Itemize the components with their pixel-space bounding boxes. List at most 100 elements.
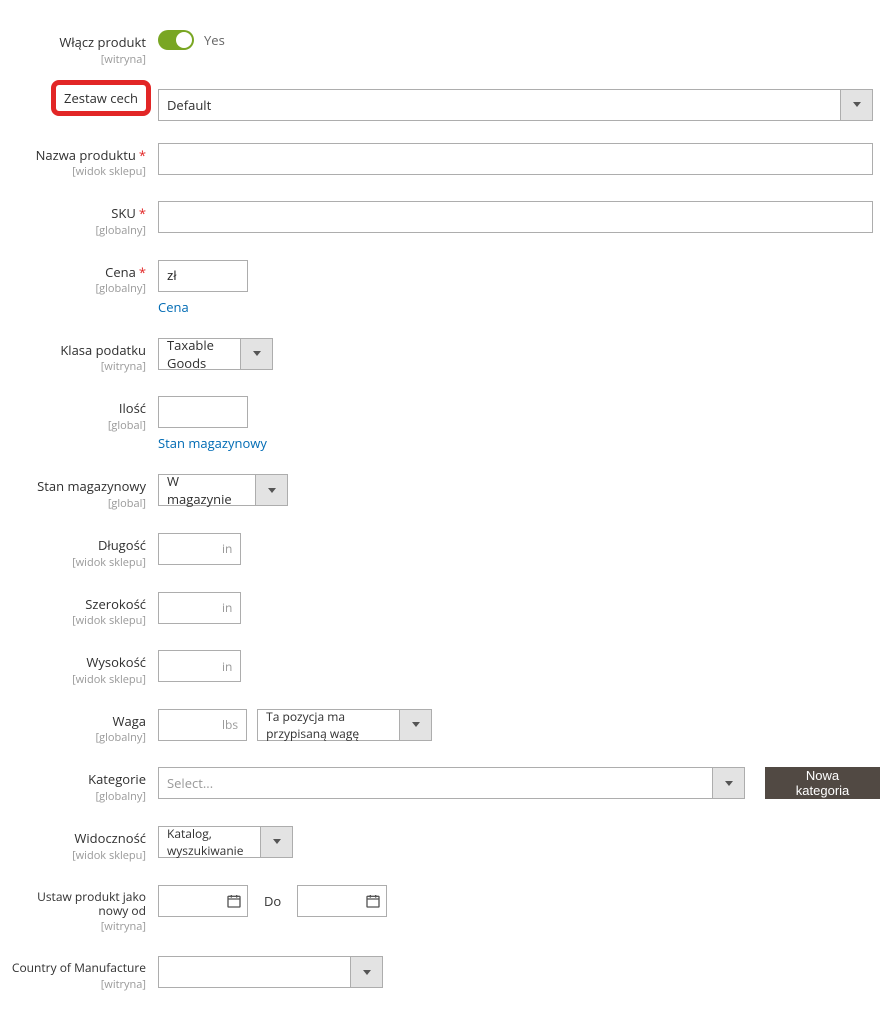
row-categories: Kategorie [globalny] Select... Nowa kate… [10,767,880,804]
label-length: Długość [10,538,146,554]
scope-name: [widok sklepu] [10,164,146,179]
scope-visibility: [widok sklepu] [10,848,146,863]
row-weight: Waga [globalny] lbs Ta pozycja ma przypi… [10,709,880,746]
country-select[interactable] [158,956,383,988]
calendar-icon[interactable] [360,886,386,916]
stock-status-select[interactable]: W magazynie [158,474,288,506]
scope-weight: [globalny] [10,730,146,745]
height-input-group: in [158,650,241,682]
label-height: Wysokość [10,655,146,671]
chevron-down-icon [350,957,382,987]
label-weight: Waga [10,714,146,730]
weight-mode-select[interactable]: Ta pozycja ma przypisaną wagę [257,709,432,741]
scope-enable: [witryna] [10,52,146,67]
attribute-set-value: Default [159,96,840,114]
label-new-from: Ustaw produkt jako nowy od [10,890,146,919]
label-visibility: Widoczność [10,831,146,847]
label-sku: SKU [111,204,136,222]
tax-class-select[interactable]: Taxable Goods [158,338,273,370]
row-tax-class: Klasa podatku [witryna] Taxable Goods [10,338,880,375]
enable-toggle-label: Yes [204,31,225,49]
chevron-down-icon [399,710,431,740]
height-unit: in [214,651,240,681]
qty-input[interactable] [158,396,248,428]
scope-sku: [globalny] [10,223,146,238]
row-price: Cena* [globalny] Cena [10,260,880,316]
weight-input-group: lbs [158,709,247,741]
weight-mode-value: Ta pozycja ma przypisaną wagę [258,708,399,742]
row-new-from: Ustaw produkt jako nowy od [witryna] Do [10,885,880,935]
new-category-button[interactable]: Nowa kategoria [765,767,880,799]
row-height: Wysokość [widok sklepu] in [10,650,880,687]
label-tax-class: Klasa podatku [10,343,146,359]
label-country: Country of Manufacture [10,961,146,975]
weight-unit: lbs [214,710,246,740]
width-input[interactable] [159,593,214,623]
chevron-down-icon [240,339,272,369]
label-name: Nazwa produktu [36,146,136,164]
chevron-down-icon [712,768,744,798]
row-qty: Ilość [global] Stan magazynowy [10,396,880,452]
scope-new-from: [witryna] [10,919,146,934]
stock-status-value: W magazynie [159,472,255,508]
scope-length: [widok sklepu] [10,555,146,570]
product-form: Włącz produkt [witryna] Yes Zestaw cech … [10,30,880,992]
new-from-date-input[interactable] [159,886,221,916]
price-input[interactable] [158,260,248,292]
width-unit: in [214,593,240,623]
scope-price: [globalny] [10,281,146,296]
length-unit: in [214,534,240,564]
enable-toggle[interactable] [158,30,194,50]
attribute-set-select[interactable]: Default [158,89,873,121]
required-marker: * [139,146,146,164]
visibility-value: Katalog, wyszukiwanie [159,825,260,859]
length-input-group: in [158,533,241,565]
label-stock-status: Stan magazynowy [10,479,146,495]
label-width: Szerokość [10,597,146,613]
row-visibility: Widoczność [widok sklepu] Katalog, wyszu… [10,826,880,863]
label-qty: Ilość [10,401,146,417]
height-input[interactable] [159,651,214,681]
row-name: Nazwa produktu* [widok sklepu] [10,143,880,180]
weight-input[interactable] [159,710,214,740]
scope-height: [widok sklepu] [10,672,146,687]
scope-stock-status: [global] [10,496,146,511]
visibility-select[interactable]: Katalog, wyszukiwanie [158,826,293,858]
label-enable: Włącz produkt [10,35,146,51]
row-attribute-set: Zestaw cech Default [10,89,880,121]
scope-qty: [global] [10,418,146,433]
categories-select[interactable]: Select... [158,767,745,799]
width-input-group: in [158,592,241,624]
scope-width: [widok sklepu] [10,613,146,628]
new-to-date-group [297,885,387,917]
advanced-pricing-link[interactable]: Cena [158,298,189,316]
length-input[interactable] [159,534,214,564]
row-sku: SKU* [globalny] [10,201,880,238]
categories-placeholder: Select... [159,774,712,792]
scope-tax-class: [witryna] [10,359,146,374]
scope-categories: [globalny] [10,789,146,804]
chevron-down-icon [260,827,292,857]
new-from-date-group [158,885,248,917]
row-width: Szerokość [widok sklepu] in [10,592,880,629]
tax-class-value: Taxable Goods [159,336,240,372]
required-marker: * [139,263,146,281]
to-label: Do [258,892,287,910]
calendar-icon[interactable] [221,886,247,916]
sku-input[interactable] [158,201,873,233]
highlight-attribute-set: Zestaw cech [51,80,151,116]
scope-country: [witryna] [10,977,146,992]
label-categories: Kategorie [10,772,146,788]
row-enable: Włącz produkt [witryna] Yes [10,30,880,67]
chevron-down-icon [840,90,872,120]
row-length: Długość [widok sklepu] in [10,533,880,570]
new-to-date-input[interactable] [298,886,360,916]
label-price: Cena [105,263,136,281]
label-attribute-set: Zestaw cech [64,89,138,107]
name-input[interactable] [158,143,873,175]
advanced-inventory-link[interactable]: Stan magazynowy [158,434,267,452]
required-marker: * [139,204,146,222]
row-country: Country of Manufacture [witryna] [10,956,880,991]
chevron-down-icon [255,475,287,505]
row-stock-status: Stan magazynowy [global] W magazynie [10,474,880,511]
